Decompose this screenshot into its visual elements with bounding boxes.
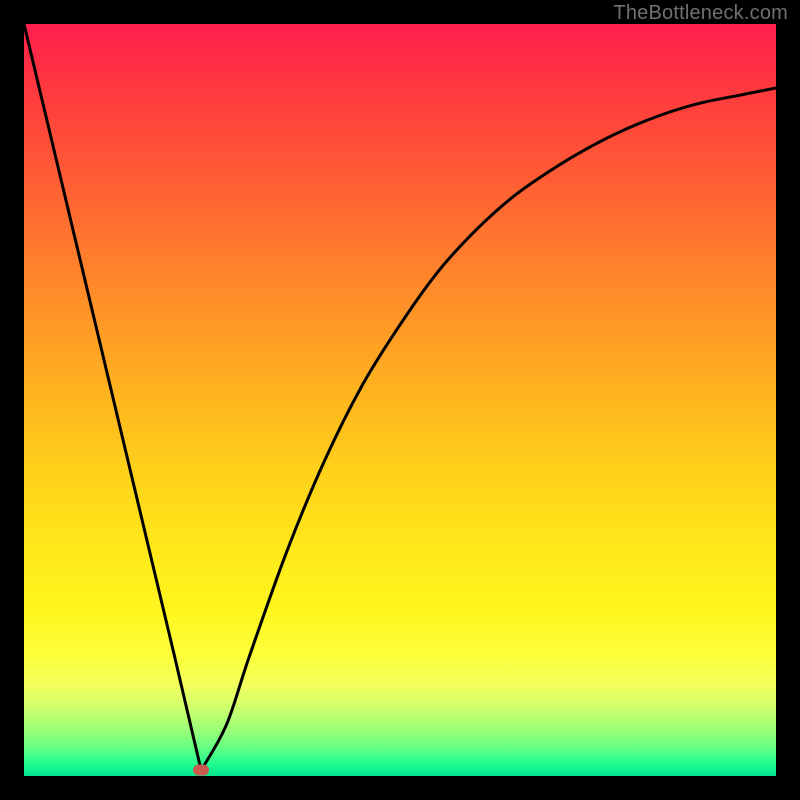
minimum-marker: [193, 764, 209, 775]
plot-area: [24, 24, 776, 776]
attribution-text: TheBottleneck.com: [613, 2, 788, 25]
chart-frame: TheBottleneck.com: [0, 0, 800, 800]
bottleneck-curve: [24, 24, 776, 776]
